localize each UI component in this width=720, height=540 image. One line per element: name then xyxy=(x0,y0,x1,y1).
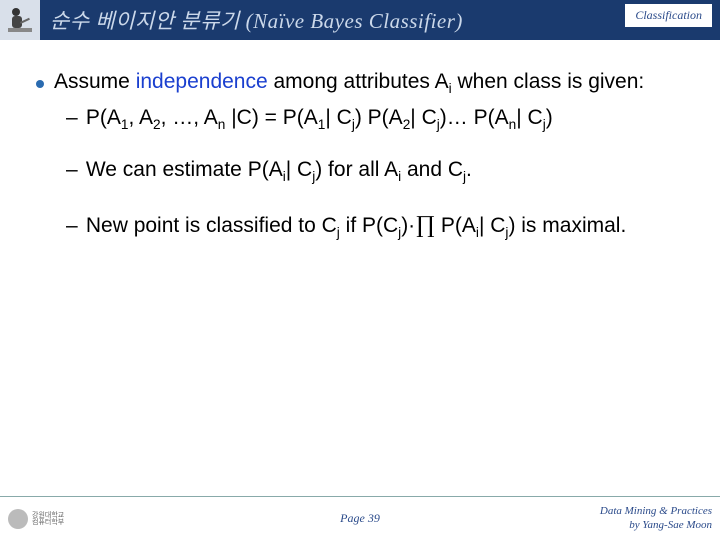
sub-item-classify: – New point is classified to Cj if P(Cj)… xyxy=(66,211,684,240)
footer-logo: 강원대학교 컴퓨터학부 xyxy=(8,505,68,533)
dash-icon: – xyxy=(66,214,80,238)
sub-item-formula: – P(A1, A2, …, An |C) = P(A1| Cj) P(A2| … xyxy=(66,106,684,132)
slide-content: Assume independence among attributes Ai … xyxy=(0,40,720,496)
logo-text: 강원대학교 컴퓨터학부 xyxy=(32,512,64,526)
subscript: 2 xyxy=(153,117,161,132)
product-symbol: ∏ xyxy=(415,211,435,238)
sub-item-estimate: – We can estimate P(Ai| Cj) for all Ai a… xyxy=(66,158,684,184)
text: 컴퓨터학부 xyxy=(32,519,64,526)
text: Assume xyxy=(54,70,136,93)
text: | C xyxy=(479,214,505,237)
slide: 순수 베이지안 분류기 (Naïve Bayes Classifier) Cla… xyxy=(0,0,720,540)
title-bar: 순수 베이지안 분류기 (Naïve Bayes Classifier) xyxy=(40,0,720,40)
text: | C xyxy=(325,106,351,129)
text: ) P(A xyxy=(355,106,403,129)
bullet-text: Assume independence among attributes Ai … xyxy=(54,70,644,96)
text: P(A xyxy=(435,214,476,237)
text: ) is maximal. xyxy=(508,214,626,237)
text: 강원대학교 xyxy=(32,512,64,519)
text: )· xyxy=(401,214,415,237)
dash-icon: – xyxy=(66,106,80,130)
footer-credits: Data Mining & Practices by Yang-Sae Moon xyxy=(600,505,712,531)
text: , …, A xyxy=(161,106,218,129)
text: | C xyxy=(286,158,312,181)
text: )… P(A xyxy=(440,106,509,129)
bullet-dot-icon xyxy=(36,80,44,88)
text: | C xyxy=(516,106,542,129)
credit-line: Data Mining & Practices xyxy=(600,505,712,518)
text: P(A xyxy=(86,106,121,129)
text: New point is classified to C xyxy=(86,214,337,237)
page-number: Page 39 xyxy=(340,511,380,526)
credit-line: by Yang-Sae Moon xyxy=(600,519,712,532)
text: if P(C xyxy=(340,214,398,237)
text: ) for all A xyxy=(315,158,398,181)
dash-icon: – xyxy=(66,158,80,182)
text: ) xyxy=(546,106,553,129)
text: when class is given: xyxy=(452,70,645,93)
text: , A xyxy=(128,106,153,129)
university-logo-icon xyxy=(8,509,28,529)
highlight-text: independence xyxy=(136,70,268,93)
chapter-label: Classification xyxy=(625,4,712,27)
text: and C xyxy=(401,158,463,181)
slide-title: 순수 베이지안 분류기 (Naïve Bayes Classifier) xyxy=(50,5,463,35)
text: We can estimate P(A xyxy=(86,158,283,181)
person-writing-icon xyxy=(0,0,40,40)
slide-footer: 강원대학교 컴퓨터학부 Page 39 Data Mining & Practi… xyxy=(0,496,720,540)
text: among attributes A xyxy=(268,70,449,93)
text: | C xyxy=(410,106,436,129)
text: . xyxy=(466,158,472,181)
bullet-item: Assume independence among attributes Ai … xyxy=(36,70,684,96)
slide-header: 순수 베이지안 분류기 (Naïve Bayes Classifier) xyxy=(0,0,720,40)
text: |C) = P(A xyxy=(225,106,317,129)
